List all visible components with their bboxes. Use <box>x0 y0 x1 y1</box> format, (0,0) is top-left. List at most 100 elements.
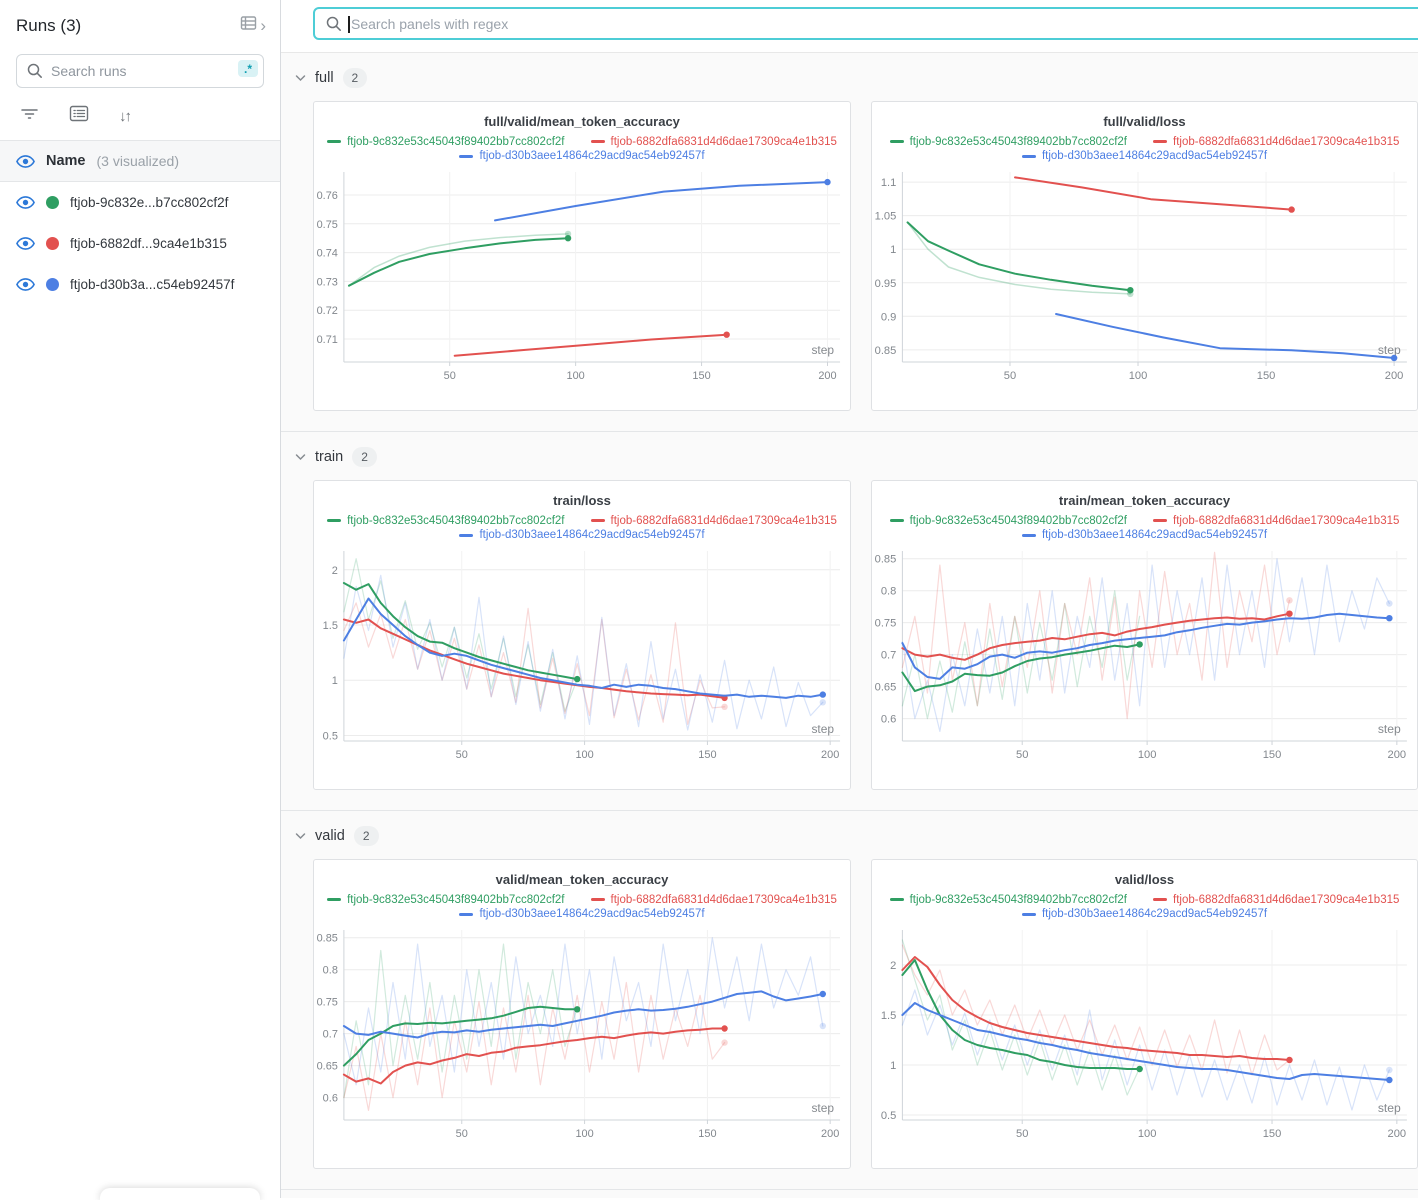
visibility-eye-icon[interactable] <box>16 195 35 210</box>
legend-item: ftjob-9c832e53c45043f89402bb7cc802cf2f <box>327 514 564 528</box>
sort-runs-button[interactable]: ↓↑ <box>119 108 130 125</box>
svg-text:0.75: 0.75 <box>317 996 338 1008</box>
run-name: ftjob-9c832e...b7cc802cf2f <box>70 195 228 210</box>
chevron-down-icon[interactable] <box>295 74 306 82</box>
workspace-main: full2 full/valid/mean_token_accuracyftjob… <box>281 0 1418 1198</box>
legend-run-id: ftjob-6882dfa6831d4d6dae17309ca4e1b315 <box>1173 136 1399 148</box>
svg-text:100: 100 <box>1138 749 1157 761</box>
svg-text:2: 2 <box>332 565 338 577</box>
legend-run-id: ftjob-6882dfa6831d4d6dae17309ca4e1b315 <box>1173 894 1399 906</box>
legend-item: ftjob-d30b3aee14864c29acd9ac54eb92457f <box>1022 528 1267 542</box>
svg-text:50: 50 <box>1016 1128 1028 1140</box>
chart-plot[interactable]: 0.60.650.70.750.80.8550100150200step <box>314 924 850 1156</box>
chart-panel[interactable]: valid/mean_token_accuracyftjob-9c832e53c… <box>313 859 851 1169</box>
run-row[interactable]: ftjob-9c832e...b7cc802cf2f <box>0 182 280 223</box>
chart-plot[interactable]: 0.511.5250100150200step <box>872 924 1417 1156</box>
svg-text:0.6: 0.6 <box>881 713 896 725</box>
legend-item: ftjob-d30b3aee14864c29acd9ac54eb92457f <box>459 149 704 163</box>
chart-plot[interactable]: 0.710.720.730.740.750.7650100150200step <box>314 166 850 398</box>
svg-text:200: 200 <box>821 749 839 761</box>
legend-item: ftjob-6882dfa6831d4d6dae17309ca4e1b315 <box>591 135 837 149</box>
svg-text:0.75: 0.75 <box>875 617 897 629</box>
chart-plot[interactable]: 0.850.90.9511.051.150100150200step <box>872 166 1417 398</box>
legend-run-id: ftjob-9c832e53c45043f89402bb7cc802cf2f <box>910 894 1127 906</box>
section-count-badge: 2 <box>352 447 377 467</box>
chart-legend-row: ftjob-9c832e53c45043f89402bb7cc802cf2fft… <box>872 135 1417 149</box>
visibility-eye-icon[interactable] <box>16 236 35 251</box>
legend-run-id: ftjob-d30b3aee14864c29acd9ac54eb92457f <box>479 908 704 920</box>
runs-search-input[interactable] <box>17 55 263 87</box>
svg-text:0.85: 0.85 <box>317 932 338 944</box>
regex-toggle-button[interactable]: .* <box>238 60 258 77</box>
svg-text:0.5: 0.5 <box>881 1110 896 1122</box>
legend-run-id: ftjob-6882dfa6831d4d6dae17309ca4e1b315 <box>611 515 837 527</box>
chart-panel[interactable]: train/mean_token_accuracyftjob-9c832e53c… <box>871 480 1418 790</box>
legend-run-id: ftjob-d30b3aee14864c29acd9ac54eb92457f <box>1042 908 1267 920</box>
panel-search-input[interactable] <box>315 9 1418 38</box>
section-header[interactable]: full2 <box>295 68 1418 88</box>
filter-icon <box>20 106 39 127</box>
list-icon <box>69 105 89 127</box>
run-name: ftjob-d30b3a...c54eb92457f <box>70 277 234 292</box>
svg-text:1: 1 <box>890 1060 896 1072</box>
legend-swatch <box>1153 519 1167 522</box>
svg-text:100: 100 <box>575 1128 593 1140</box>
chart-panel[interactable]: train/lossftjob-9c832e53c45043f89402bb7c… <box>313 480 851 790</box>
legend-run-id: ftjob-d30b3aee14864c29acd9ac54eb92457f <box>1042 150 1267 162</box>
chart-title: valid/loss <box>872 872 1417 887</box>
panel-row: full/valid/mean_token_accuracy ftjob-9c83… <box>313 101 1418 411</box>
svg-text:100: 100 <box>566 370 584 382</box>
chart-legend-row: ftjob-d30b3aee14864c29acd9ac54eb92457f <box>872 907 1417 921</box>
legend-swatch <box>327 519 341 522</box>
legend-run-id: ftjob-9c832e53c45043f89402bb7cc802cf2f <box>347 894 564 906</box>
legend-swatch <box>327 898 341 901</box>
svg-text:100: 100 <box>575 749 593 761</box>
section-count-badge: 2 <box>343 68 368 88</box>
chart-title: full/valid/loss <box>872 114 1417 129</box>
chart-panel[interactable]: full/valid/loss ftjob-9c832e53c45043f8940… <box>871 101 1418 411</box>
visibility-eye-icon[interactable] <box>16 277 35 292</box>
group-runs-button[interactable] <box>69 105 89 127</box>
chart-panel[interactable]: valid/loss ftjob-9c832e53c45043f89402bb7c… <box>871 859 1418 1169</box>
section-header[interactable]: valid2 <box>295 826 1418 846</box>
run-color-dot <box>46 196 59 209</box>
filter-runs-button[interactable] <box>20 106 39 127</box>
run-row[interactable]: ftjob-6882df...9ca4e1b315 <box>0 223 280 264</box>
chevron-down-icon[interactable] <box>295 453 306 461</box>
svg-text:200: 200 <box>1388 749 1407 761</box>
legend-item: ftjob-9c832e53c45043f89402bb7cc802cf2f <box>327 135 564 149</box>
run-name: ftjob-6882df...9ca4e1b315 <box>70 236 227 251</box>
text-cursor <box>348 16 350 33</box>
chart-plot[interactable]: 0.511.5250100150200step <box>314 545 850 777</box>
svg-text:0.76: 0.76 <box>317 190 338 202</box>
svg-text:0.5: 0.5 <box>323 730 338 742</box>
chart-plot[interactable]: 0.60.650.70.750.80.8550100150200step <box>872 545 1417 777</box>
runs-sidebar: Runs (3) › .* ↓↑ <box>0 0 281 1198</box>
legend-item: ftjob-9c832e53c45043f89402bb7cc802cf2f <box>890 514 1127 528</box>
legend-run-id: ftjob-9c832e53c45043f89402bb7cc802cf2f <box>347 515 564 527</box>
legend-item: ftjob-6882dfa6831d4d6dae17309ca4e1b315 <box>1153 514 1399 528</box>
svg-text:0.9: 0.9 <box>881 311 896 323</box>
legend-swatch <box>890 140 904 143</box>
legend-item: ftjob-9c832e53c45043f89402bb7cc802cf2f <box>327 893 564 907</box>
chart-legend-row: ftjob-d30b3aee14864c29acd9ac54eb92457f <box>872 149 1417 163</box>
chart-title: full/valid/mean_token_accuracy <box>314 114 850 129</box>
svg-text:step: step <box>811 1101 834 1115</box>
panel-row: train/lossftjob-9c832e53c45043f89402bb7c… <box>313 480 1418 790</box>
chart-panel[interactable]: full/valid/mean_token_accuracy ftjob-9c83… <box>313 101 851 411</box>
chevron-down-icon[interactable] <box>295 832 306 840</box>
run-row[interactable]: ftjob-d30b3a...c54eb92457f <box>0 264 280 305</box>
legend-run-id: ftjob-d30b3aee14864c29acd9ac54eb92457f <box>479 150 704 162</box>
section-header[interactable]: train2 <box>295 447 1418 467</box>
visibility-all-eye-icon[interactable] <box>16 154 35 169</box>
svg-text:0.73: 0.73 <box>317 276 338 288</box>
svg-text:200: 200 <box>821 1128 839 1140</box>
svg-text:2: 2 <box>890 960 896 972</box>
legend-swatch <box>591 519 605 522</box>
svg-text:0.75: 0.75 <box>317 219 338 231</box>
runs-table-toggle-button[interactable]: › <box>239 13 266 38</box>
svg-text:1.5: 1.5 <box>881 1010 896 1022</box>
svg-text:100: 100 <box>1129 370 1148 382</box>
legend-swatch <box>1022 155 1036 158</box>
legend-item: ftjob-9c832e53c45043f89402bb7cc802cf2f <box>890 893 1127 907</box>
